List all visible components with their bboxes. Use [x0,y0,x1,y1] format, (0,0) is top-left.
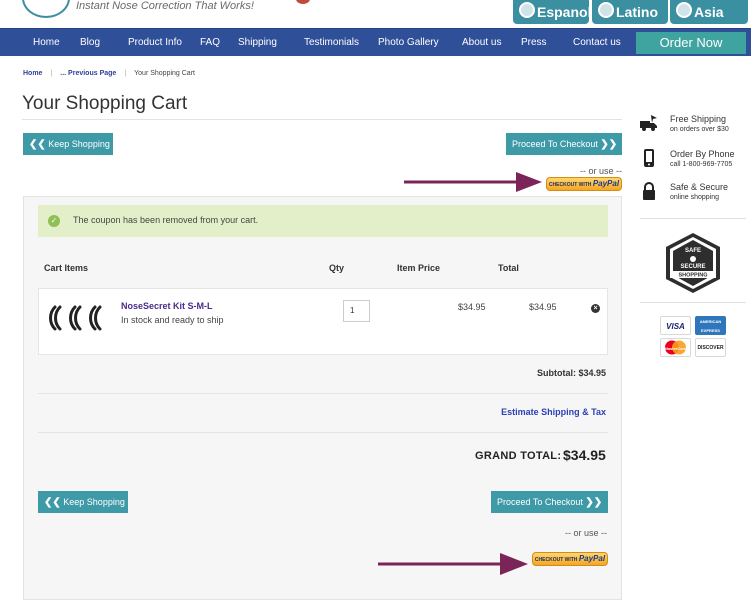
divider [38,432,608,433]
cart-panel: ✓ The coupon has been removed from your … [23,196,622,600]
truck-icon [640,115,657,131]
coupon-message: The coupon has been removed from your ca… [73,215,259,225]
language-label: Espanol [537,4,592,20]
keep-shopping-button[interactable]: ❮❮ Keep Shopping [23,133,113,155]
remove-item-icon[interactable]: × [591,304,600,313]
mastercard-card-icon: MasterCard [660,338,691,357]
stock-status: In stock and ready to ship [121,315,224,325]
page-title: Your Shopping Cart [22,93,188,114]
language-latino-button[interactable]: Latino [592,0,668,24]
feature-subtitle: call 1-800-969-7705 [670,161,733,168]
feature-title: Order By Phone [670,149,735,159]
divider [22,119,622,120]
paypal-prefix: CHECKOUT WITH [534,557,578,563]
keep-shopping-label: Keep Shopping [63,497,125,507]
order-now-button[interactable]: Order Now [636,32,746,54]
language-label: Latino [616,4,658,20]
nav-press[interactable]: Press [521,37,547,48]
nose-icon [676,2,692,18]
divider [640,218,746,219]
proceed-label: Proceed To Checkout [512,139,598,149]
site-header: Instant Nose Correction That Works! Espa… [0,0,751,28]
nav-photo-gallery[interactable]: Photo Gallery [378,37,439,48]
mastercard-label: MasterCard [664,346,687,351]
breadcrumb: Home | ... Previous Page | Your Shopping Car… [23,70,195,77]
paypal-checkout-button[interactable]: CHECKOUT WITH PayPal [546,177,622,191]
payment-cards: VISA AMERICAN EXPRESS MasterCard DISCOVE… [660,316,726,358]
grand-total-label: GRAND TOTAL: [475,450,562,462]
lock-icon [643,182,655,200]
divider [640,302,746,303]
double-chevron-left-icon: ❮❮ [44,497,61,508]
feature-title: Safe & Secure [670,182,729,192]
col-cart-items: Cart Items [44,263,89,273]
logo[interactable] [22,0,70,18]
subtotal: Subtotal: $34.95 [536,368,606,378]
main-nav: Home Blog Product Info FAQ Shipping Test… [0,28,751,56]
seal-text: SECURE [680,264,705,270]
double-chevron-left-icon: ❮❮ [29,139,46,150]
language-asia-button[interactable]: Asia [670,0,748,24]
col-qty: Qty [329,263,345,273]
breadcrumb-previous[interactable]: ... Previous Page [60,70,116,77]
nav-blog[interactable]: Blog [80,37,100,48]
or-use-label: -- or use -- [565,528,608,538]
discover-card-icon: DISCOVER [695,338,726,357]
amex-card-icon: AMERICAN EXPRESS [695,316,726,335]
product-thumbnail[interactable] [45,303,109,333]
col-item-price: Item Price [397,263,441,273]
proceed-to-checkout-button[interactable]: Proceed To Checkout ❯❯ [506,133,622,155]
keep-shopping-button-bottom[interactable]: ❮❮ Keep Shopping [38,491,128,513]
nav-product-info[interactable]: Product Info [128,37,182,48]
check-circle-icon: ✓ [48,215,60,227]
nav-faq[interactable]: FAQ [200,37,220,48]
nose-icon [519,2,535,18]
item-price: $34.95 [458,302,486,312]
breadcrumb-separator: | [124,70,127,77]
arrow-icon [378,553,528,575]
feature-subtitle: online shopping [670,194,720,201]
mastercard-logo: MasterCard [664,340,687,355]
feature-title: Free Shipping [670,114,727,124]
nav-shipping[interactable]: Shipping [238,37,277,48]
language-label: Asia [694,4,724,20]
breadcrumb-current: Your Shopping Cart [134,70,195,77]
nose-icon [598,2,614,18]
item-total: $34.95 [529,302,557,312]
proceed-label: Proceed To Checkout [497,497,583,507]
product-name-link[interactable]: NoseSecret Kit S-M-L [121,301,213,311]
divider [38,393,608,394]
arrow-icon [404,172,542,192]
breadcrumb-separator: | [50,70,53,77]
seal-text: SHOPPING [678,273,707,279]
paypal-logo: PayPal [592,179,620,188]
nav-about-us[interactable]: About us [462,37,501,48]
nav-contact-us[interactable]: Contact us [573,37,621,48]
grand-total-value: $34.95 [563,447,606,463]
visa-card-icon: VISA [660,316,691,335]
secure-shopping-seal: SAFE SECURE SHOPPING [666,233,720,293]
language-espanol-button[interactable]: Espanol [513,0,592,24]
phone-icon [644,149,654,167]
or-use-label: -- or use -- [580,166,623,176]
table-row: NoseSecret Kit S-M-L In stock and ready … [38,288,608,355]
decorative-dot [296,0,310,4]
proceed-to-checkout-button-bottom[interactable]: Proceed To Checkout ❯❯ [491,491,608,513]
feature-subtitle: on orders over $30 [670,126,729,133]
paypal-checkout-button-bottom[interactable]: CHECKOUT WITH PayPal [532,552,608,566]
col-total: Total [498,263,519,273]
paypal-prefix: CHECKOUT WITH [548,182,592,188]
tagline: Instant Nose Correction That Works! [76,0,254,12]
estimate-shipping-link[interactable]: Estimate Shipping & Tax [501,407,606,417]
quantity-input[interactable]: 1 [343,300,370,322]
coupon-alert: ✓ The coupon has been removed from your … [38,205,608,237]
nav-testimonials[interactable]: Testimonials [304,37,359,48]
seal-text: SAFE [685,248,701,254]
double-chevron-right-icon: ❯❯ [585,497,603,508]
paypal-logo: PayPal [578,554,606,563]
double-chevron-right-icon: ❯❯ [600,139,618,150]
keep-shopping-label: Keep Shopping [48,139,110,149]
nav-home[interactable]: Home [33,37,60,48]
breadcrumb-home[interactable]: Home [23,70,42,77]
